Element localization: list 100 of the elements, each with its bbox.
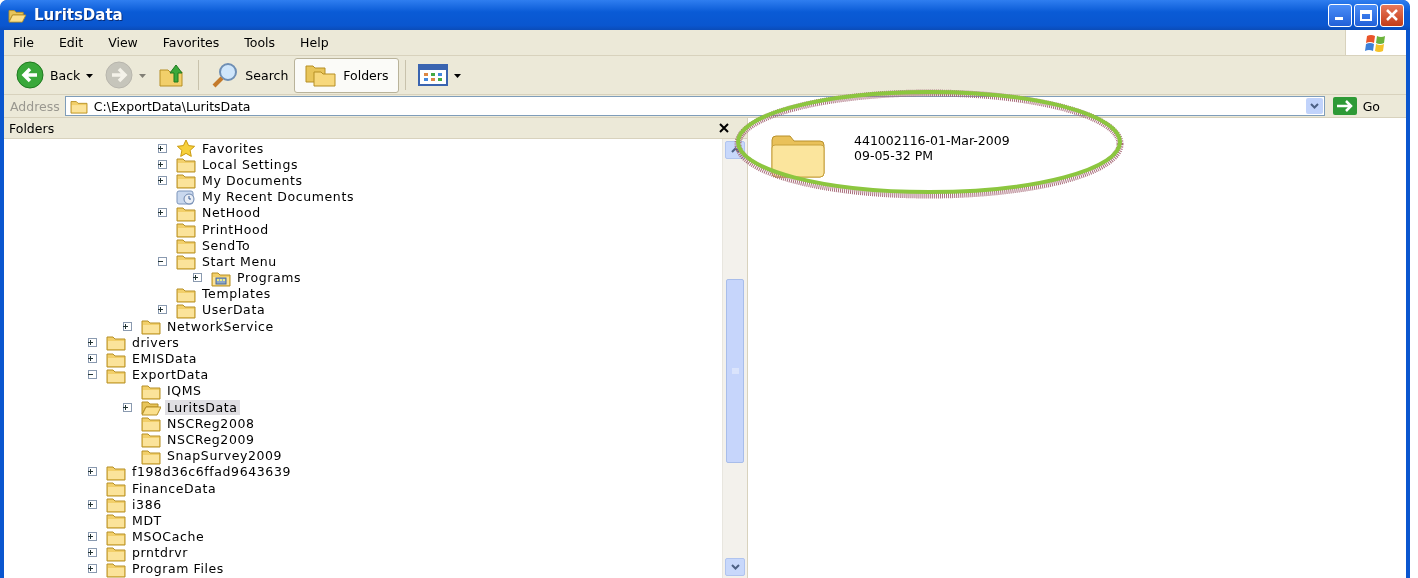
- folder-icon: [176, 236, 196, 255]
- expand-toggle[interactable]: [158, 159, 167, 169]
- menu-item[interactable]: Tools: [235, 35, 286, 50]
- caret-icon[interactable]: [454, 74, 462, 78]
- collapse-toggle[interactable]: [158, 256, 167, 266]
- tree-item[interactable]: UserData: [200, 302, 268, 318]
- plus-icon: [88, 469, 93, 475]
- minus-icon: [158, 258, 163, 264]
- back-button[interactable]: Back: [10, 61, 100, 89]
- address-field[interactable]: C:\ExportData\LuritsData: [64, 96, 1325, 116]
- menu-item[interactable]: View: [99, 35, 148, 50]
- tree-item[interactable]: LuritsData: [165, 399, 240, 415]
- menu-item[interactable]: Favorites: [153, 35, 230, 50]
- tree-item[interactable]: NSCReg2009: [165, 431, 257, 447]
- plus-icon: [88, 550, 93, 556]
- folders-button[interactable]: Folders: [294, 57, 400, 93]
- tree-item[interactable]: FinanceData: [130, 480, 219, 496]
- search-button[interactable]: Search: [205, 61, 295, 89]
- plus-icon: [88, 534, 93, 540]
- tree-item[interactable]: Programs: [235, 270, 304, 286]
- tree-item[interactable]: MSOCache: [130, 529, 207, 545]
- pane-title: Folders: [9, 120, 55, 136]
- scroll-down-button[interactable]: [725, 558, 745, 576]
- tree-item[interactable]: prntdrvr: [130, 545, 191, 561]
- menu-item[interactable]: Edit: [49, 35, 94, 50]
- tree-item[interactable]: Start Menu: [200, 253, 279, 269]
- tree-item[interactable]: drivers: [130, 334, 182, 350]
- maximize-button[interactable]: [1354, 3, 1378, 27]
- expand-toggle[interactable]: [88, 532, 97, 542]
- expand-toggle[interactable]: [158, 305, 167, 315]
- expand-toggle[interactable]: [193, 273, 202, 283]
- menu-item[interactable]: File: [4, 35, 44, 50]
- close-button[interactable]: [1380, 3, 1404, 27]
- expand-toggle[interactable]: [158, 143, 167, 153]
- folder-icon: [141, 317, 161, 336]
- tree-item[interactable]: f198d36c6ffad9643639: [130, 464, 293, 480]
- tree-item[interactable]: Program Files: [130, 561, 226, 577]
- close-icon[interactable]: [717, 121, 731, 135]
- tree-item[interactable]: Local Settings: [200, 156, 301, 172]
- window-title: LuritsData: [34, 6, 124, 24]
- minimize-icon: [1335, 17, 1343, 20]
- expand-toggle[interactable]: [123, 321, 132, 331]
- plus-icon: [158, 161, 163, 167]
- tree-item[interactable]: My Recent Documents: [200, 189, 356, 205]
- tree-item[interactable]: IQMS: [165, 383, 204, 399]
- plus-icon: [158, 145, 163, 151]
- plus-icon: [88, 356, 93, 362]
- plus-icon: [193, 275, 198, 281]
- scroll-thumb[interactable]: [726, 279, 744, 463]
- open-folder-icon: [6, 7, 28, 23]
- expand-toggle[interactable]: [88, 499, 97, 509]
- tree-item[interactable]: NetHood: [200, 205, 263, 221]
- tree-item[interactable]: SendTo: [200, 237, 253, 253]
- tree-item[interactable]: SnapSurvey2009: [165, 448, 285, 464]
- folder-icon: [176, 220, 196, 239]
- expand-toggle[interactable]: [158, 175, 167, 185]
- dropdown-button[interactable]: [1305, 98, 1323, 114]
- tree-item[interactable]: Favorites: [200, 140, 266, 156]
- tree-item[interactable]: EMISData: [130, 351, 199, 367]
- plus-icon: [158, 177, 163, 183]
- expand-toggle[interactable]: [158, 208, 167, 218]
- folders-icon: [305, 63, 338, 87]
- tree-item[interactable]: PrintHood: [200, 221, 271, 237]
- plus-icon: [88, 501, 93, 507]
- menu-item[interactable]: Help: [291, 35, 339, 50]
- chevron-down-icon: [1309, 103, 1319, 109]
- tree-item[interactable]: MDT: [130, 512, 164, 528]
- minimize-button[interactable]: [1328, 3, 1352, 27]
- go-button[interactable]: Go: [1324, 97, 1406, 115]
- chevron-down-icon: [730, 564, 740, 570]
- tree-item[interactable]: NSCReg2008: [165, 415, 257, 431]
- folder-icon: [141, 414, 161, 433]
- folder-icon: [176, 171, 196, 190]
- expand-toggle[interactable]: [88, 564, 97, 574]
- folder-icon: [106, 333, 126, 352]
- expand-toggle[interactable]: [88, 337, 97, 347]
- tree-item[interactable]: ExportData: [130, 367, 211, 383]
- expand-toggle[interactable]: [88, 467, 97, 477]
- expand-toggle[interactable]: [88, 354, 97, 364]
- tree-item[interactable]: My Documents: [200, 172, 305, 188]
- folder-icon: [141, 430, 161, 449]
- folder-icon: [106, 511, 126, 530]
- scrollbar[interactable]: [722, 139, 747, 578]
- plus-icon: [123, 323, 128, 329]
- folder-icon: [176, 252, 196, 271]
- maximize-icon: [1360, 9, 1372, 21]
- plus-icon: [123, 404, 128, 410]
- expand-toggle[interactable]: [123, 402, 132, 412]
- folder-icon: [106, 495, 126, 514]
- tree-item[interactable]: i386: [130, 496, 164, 512]
- close-icon: [1386, 9, 1398, 21]
- caret-icon[interactable]: [86, 74, 94, 78]
- expand-toggle[interactable]: [88, 548, 97, 558]
- minus-icon: [88, 372, 93, 378]
- collapse-toggle[interactable]: [88, 370, 97, 380]
- tree-item[interactable]: NetworkService: [165, 318, 276, 334]
- tree-item[interactable]: Templates: [200, 286, 273, 302]
- folder-name[interactable]: 441002116-01-Mar-2009 09-05-32 PM: [852, 133, 1012, 163]
- search-icon: [211, 62, 240, 88]
- views-icon: [418, 64, 449, 86]
